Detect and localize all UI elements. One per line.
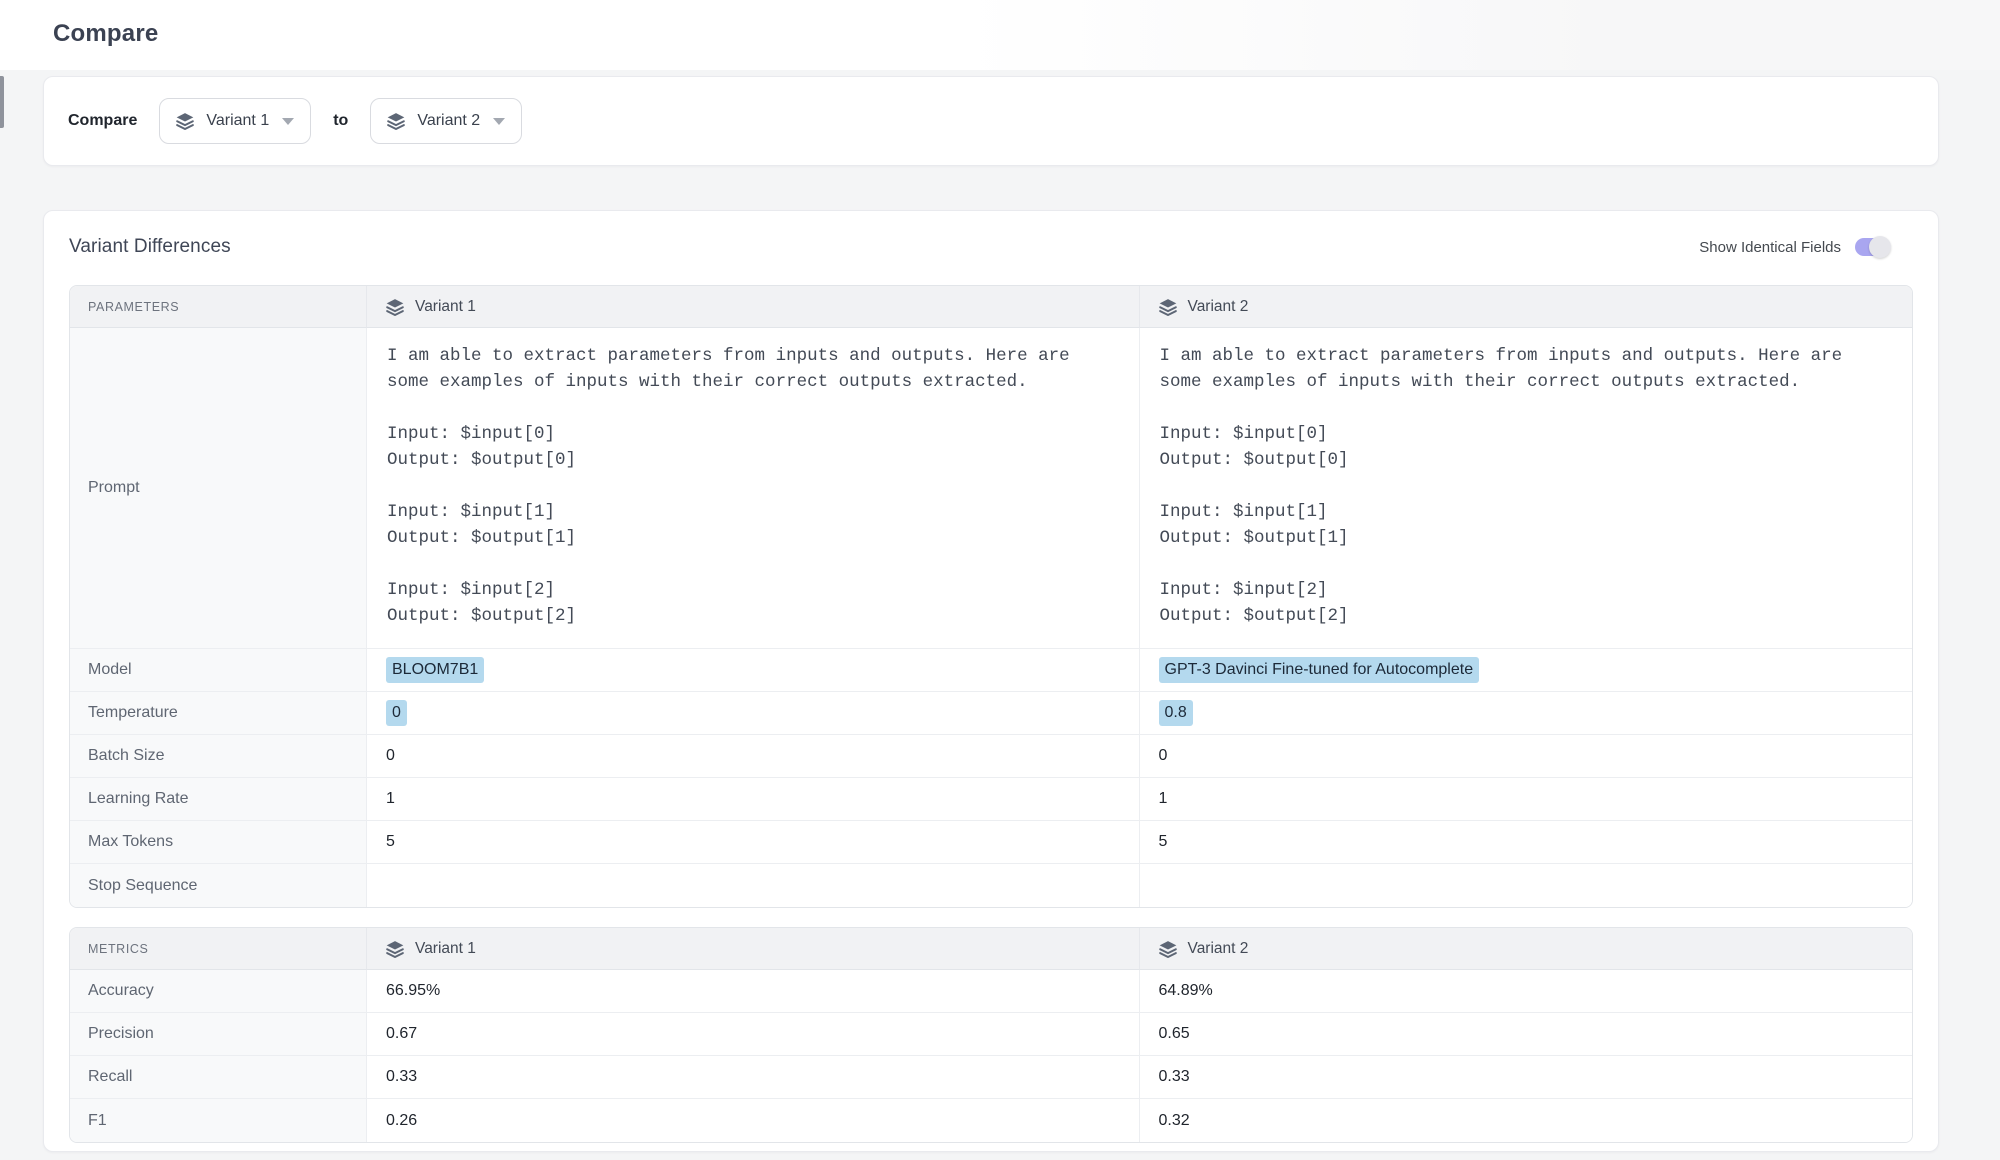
metric-accuracy-variant-1-value: 66.95% bbox=[367, 970, 1140, 1013]
variant-1-dropdown-label: Variant 1 bbox=[206, 112, 269, 130]
param-max-tokens-variant-1-value: 5 bbox=[367, 821, 1140, 864]
layers-icon bbox=[386, 111, 406, 131]
param-model-variant-1-value: BLOOM7B1 bbox=[367, 649, 1140, 692]
layers-icon bbox=[385, 939, 405, 959]
layers-icon bbox=[385, 297, 405, 317]
metric-f1-variant-2-value: 0.32 bbox=[1140, 1099, 1913, 1142]
param-label-batch-size: Batch Size bbox=[70, 735, 367, 778]
page-title: Compare bbox=[53, 20, 2000, 48]
metrics-table: METRICS Variant 1 Variant 2 Accuracy66.9… bbox=[69, 927, 1913, 1143]
param-label-temperature: Temperature bbox=[70, 692, 367, 735]
changed-value-highlight: 0 bbox=[386, 700, 407, 726]
variant-1-column-header-label: Variant 1 bbox=[415, 940, 476, 958]
variant-1-column-header: Variant 1 bbox=[367, 286, 1140, 328]
variant-1-column-header: Variant 1 bbox=[367, 928, 1140, 970]
param-temperature-variant-1-value: 0 bbox=[367, 692, 1140, 735]
variant-2-column-header: Variant 2 bbox=[1140, 928, 1913, 970]
param-label-model: Model bbox=[70, 649, 367, 692]
parameters-section-header: PARAMETERS bbox=[70, 286, 367, 328]
chevron-down-icon bbox=[493, 118, 505, 125]
param-batch-size-variant-2-value: 0 bbox=[1140, 735, 1913, 778]
variant-1-column-header-label: Variant 1 bbox=[415, 298, 476, 316]
toggle-label: Show Identical Fields bbox=[1699, 239, 1841, 256]
compare-bar: Compare Variant 1 to Variant 2 bbox=[43, 76, 1939, 166]
show-identical-fields-toggle[interactable] bbox=[1855, 238, 1887, 256]
metric-recall-variant-1-value: 0.33 bbox=[367, 1056, 1140, 1099]
param-max-tokens-variant-2-value: 5 bbox=[1140, 821, 1913, 864]
changed-value-highlight: GPT-3 Davinci Fine-tuned for Autocomplet… bbox=[1159, 657, 1480, 683]
param-label-prompt: Prompt bbox=[70, 328, 367, 649]
layers-icon bbox=[175, 111, 195, 131]
variant-2-column-header: Variant 2 bbox=[1140, 286, 1913, 328]
param-batch-size-variant-1-value: 0 bbox=[367, 735, 1140, 778]
param-temperature-variant-2-value: 0.8 bbox=[1140, 692, 1913, 735]
param-learning-rate-variant-1-value: 1 bbox=[367, 778, 1140, 821]
page-bottom-gap bbox=[0, 1152, 2000, 1160]
param-learning-rate-variant-2-value: 1 bbox=[1140, 778, 1913, 821]
param-stop-sequence-variant-1-value bbox=[367, 864, 1140, 907]
metric-label-accuracy: Accuracy bbox=[70, 970, 367, 1013]
param-label-stop-sequence: Stop Sequence bbox=[70, 864, 367, 907]
compare-label: Compare bbox=[68, 112, 137, 130]
variant-2-column-header-label: Variant 2 bbox=[1188, 298, 1249, 316]
prompt-value-variant-1: I am able to extract parameters from inp… bbox=[367, 328, 1140, 649]
param-stop-sequence-variant-2-value bbox=[1140, 864, 1913, 907]
panel-title: Variant Differences bbox=[69, 236, 231, 258]
toggle-knob bbox=[1869, 236, 1891, 258]
metric-recall-variant-2-value: 0.33 bbox=[1140, 1056, 1913, 1099]
variant-1-dropdown[interactable]: Variant 1 bbox=[159, 98, 311, 144]
page-header: Compare bbox=[0, 0, 2000, 70]
metrics-section-header: METRICS bbox=[70, 928, 367, 970]
variant-2-dropdown-label: Variant 2 bbox=[417, 112, 480, 130]
scrollbar-thumb[interactable] bbox=[0, 76, 4, 128]
param-label-learning-rate: Learning Rate bbox=[70, 778, 367, 821]
screen: Compare Compare Variant 1 to Variant 2 V… bbox=[0, 0, 2000, 1160]
variant-differences-panel: Variant Differences Show Identical Field… bbox=[43, 210, 1939, 1152]
to-label: to bbox=[333, 112, 348, 130]
variant-2-column-header-label: Variant 2 bbox=[1188, 940, 1249, 958]
metric-f1-variant-1-value: 0.26 bbox=[367, 1099, 1140, 1142]
panel-header: Variant Differences Show Identical Field… bbox=[69, 236, 1913, 258]
chevron-down-icon bbox=[282, 118, 294, 125]
layers-icon bbox=[1158, 297, 1178, 317]
variant-2-dropdown[interactable]: Variant 2 bbox=[370, 98, 522, 144]
param-label-max-tokens: Max Tokens bbox=[70, 821, 367, 864]
show-identical-fields-control: Show Identical Fields bbox=[1699, 238, 1913, 256]
param-model-variant-2-value: GPT-3 Davinci Fine-tuned for Autocomplet… bbox=[1140, 649, 1913, 692]
layers-icon bbox=[1158, 939, 1178, 959]
changed-value-highlight: BLOOM7B1 bbox=[386, 657, 484, 683]
metric-label-f1: F1 bbox=[70, 1099, 367, 1142]
metric-precision-variant-1-value: 0.67 bbox=[367, 1013, 1140, 1056]
changed-value-highlight: 0.8 bbox=[1159, 700, 1193, 726]
metric-label-precision: Precision bbox=[70, 1013, 367, 1056]
metric-accuracy-variant-2-value: 64.89% bbox=[1140, 970, 1913, 1013]
metric-precision-variant-2-value: 0.65 bbox=[1140, 1013, 1913, 1056]
parameters-table: PARAMETERS Variant 1 Variant 2 Prompt I … bbox=[69, 285, 1913, 908]
prompt-value-variant-2: I am able to extract parameters from inp… bbox=[1140, 328, 1913, 649]
metric-label-recall: Recall bbox=[70, 1056, 367, 1099]
